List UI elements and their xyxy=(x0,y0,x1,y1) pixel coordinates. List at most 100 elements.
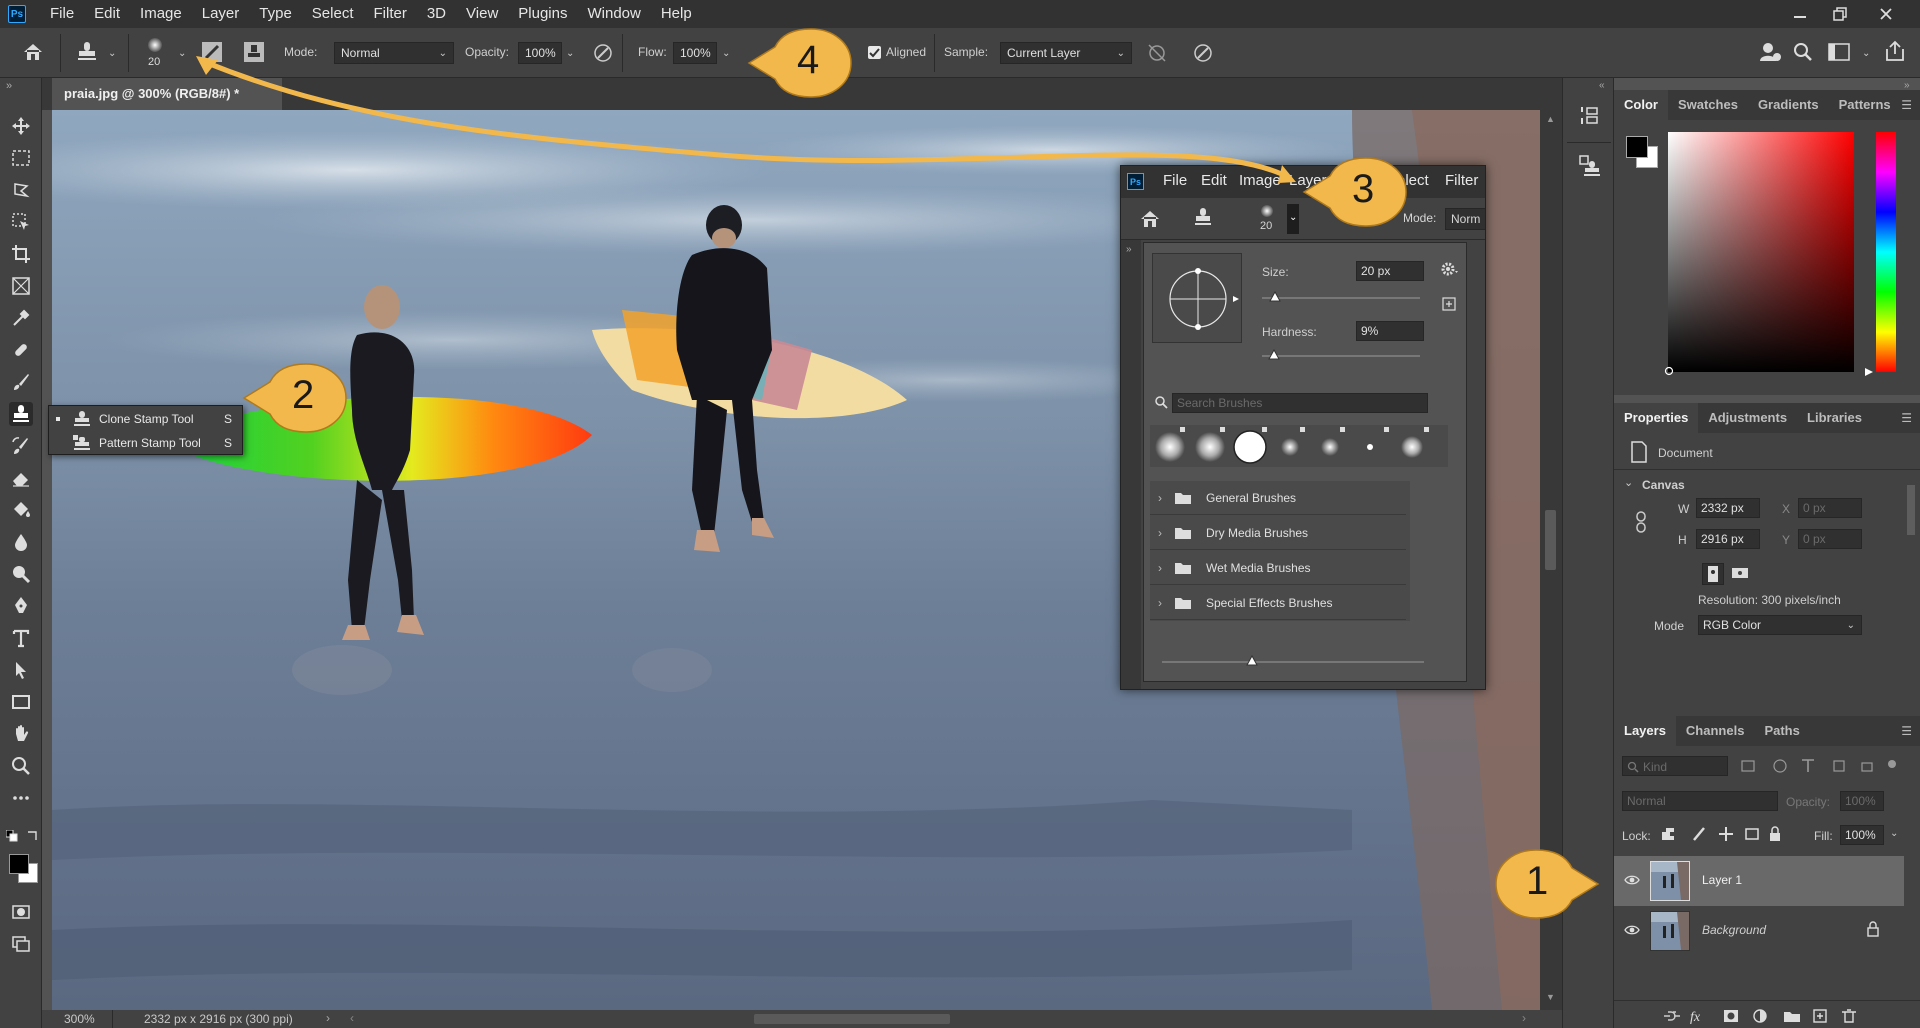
opacity-input[interactable]: 100% xyxy=(518,42,562,64)
ignore-adjustment-layers-button[interactable] xyxy=(1146,42,1168,64)
hand-tool[interactable] xyxy=(9,722,33,746)
layer-kind-filter[interactable]: Kind xyxy=(1622,756,1728,776)
menu-plugins[interactable]: Plugins xyxy=(508,0,577,28)
history-panel-button[interactable] xyxy=(1578,104,1600,128)
eraser-tool[interactable] xyxy=(9,466,33,490)
pressure-size-button[interactable] xyxy=(1192,42,1214,64)
menu-help[interactable]: Help xyxy=(651,0,702,28)
inset-menu-edit[interactable]: Edit xyxy=(1201,172,1227,189)
toggle-clone-source-button[interactable] xyxy=(242,40,266,64)
scrollbar-thumb[interactable] xyxy=(1907,485,1915,535)
hardness-slider[interactable] xyxy=(1262,355,1420,357)
folder-dry-media-brushes[interactable]: › Dry Media Brushes xyxy=(1150,516,1406,550)
layer-filter-icons[interactable] xyxy=(1740,758,1900,774)
eyedropper-tool[interactable] xyxy=(9,306,33,330)
frame-tool[interactable] xyxy=(9,274,33,298)
default-colors-button[interactable] xyxy=(6,830,18,842)
panel-menu-icon[interactable]: ☰ xyxy=(1901,724,1912,738)
type-tool[interactable] xyxy=(9,626,33,650)
tab-properties[interactable]: Properties xyxy=(1614,403,1699,433)
flow-chevron-icon[interactable]: ⌄ xyxy=(722,48,730,59)
expand-icon[interactable]: » xyxy=(1126,244,1132,255)
tab-swatches[interactable]: Swatches xyxy=(1668,90,1748,120)
folder-wet-media-brushes[interactable]: › Wet Media Brushes xyxy=(1150,551,1406,585)
inset-mode-select[interactable]: Norm xyxy=(1445,208,1485,230)
properties-scrollbar[interactable] xyxy=(1904,471,1918,631)
flyout-item-clone-stamp[interactable]: Clone Stamp Tool S xyxy=(49,407,242,431)
dodge-tool[interactable] xyxy=(9,562,33,586)
color-mode-select[interactable]: RGB Color ⌄ xyxy=(1698,615,1862,635)
portrait-orientation-button[interactable] xyxy=(1702,563,1724,585)
hscroll-left-icon[interactable]: ‹ xyxy=(350,1011,354,1025)
panel-menu-icon[interactable]: ☰ xyxy=(1901,98,1912,112)
hardness-input[interactable]: 9% xyxy=(1356,321,1424,341)
toggle-brush-settings-button[interactable] xyxy=(200,40,224,64)
panel-menu-icon[interactable]: ☰ xyxy=(1901,411,1912,425)
menu-window[interactable]: Window xyxy=(577,0,650,28)
tool-preset-picker[interactable] xyxy=(76,40,98,64)
aligned-checkbox[interactable] xyxy=(868,46,881,59)
search-button[interactable] xyxy=(1793,42,1813,62)
brush-tip-preview[interactable] xyxy=(1152,253,1242,343)
scroll-up-icon[interactable]: ▲ xyxy=(1546,114,1555,124)
screen-mode-button[interactable] xyxy=(9,932,33,956)
menu-layer[interactable]: Layer xyxy=(192,0,250,28)
minimize-button[interactable] xyxy=(1780,0,1820,28)
layer-row-layer-1[interactable]: Layer 1 xyxy=(1614,856,1904,906)
menu-select[interactable]: Select xyxy=(302,0,364,28)
collapse-icons-icon[interactable]: « xyxy=(1599,80,1605,91)
zoom-tool[interactable] xyxy=(9,754,33,778)
search-brushes-input[interactable]: Search Brushes xyxy=(1172,393,1428,413)
tab-paths[interactable]: Paths xyxy=(1754,716,1809,746)
eye-icon[interactable] xyxy=(1624,874,1640,886)
fill-chevron-icon[interactable]: ⌄ xyxy=(1890,828,1898,839)
paint-bucket-tool[interactable] xyxy=(9,498,33,522)
folder-general-brushes[interactable]: › General Brushes xyxy=(1150,481,1406,515)
chevron-down-icon[interactable]: ⌄ xyxy=(108,48,116,59)
blend-mode-select[interactable]: Normal xyxy=(1622,791,1778,811)
hscroll-right-icon[interactable]: › xyxy=(1522,1011,1526,1025)
size-input[interactable]: 20 px xyxy=(1356,261,1424,281)
tab-adjustments[interactable]: Adjustments xyxy=(1698,403,1797,433)
menu-3d[interactable]: 3D xyxy=(417,0,456,28)
tab-channels[interactable]: Channels xyxy=(1676,716,1755,746)
edit-toolbar-button[interactable] xyxy=(9,786,33,810)
width-input[interactable]: 2332 px xyxy=(1696,498,1760,518)
pressure-opacity-button[interactable] xyxy=(592,42,614,64)
share-button[interactable] xyxy=(1884,40,1906,62)
workspace-chevron-icon[interactable]: ⌄ xyxy=(1862,48,1870,59)
brush-tool[interactable] xyxy=(9,370,33,394)
fill-input[interactable]: 100% xyxy=(1840,825,1884,845)
move-tool[interactable] xyxy=(9,114,33,138)
tab-color[interactable]: Color xyxy=(1614,90,1668,120)
link-icon[interactable] xyxy=(1634,511,1648,533)
marquee-tool[interactable] xyxy=(9,146,33,170)
restore-button[interactable] xyxy=(1820,0,1860,28)
path-selection-tool[interactable] xyxy=(9,658,33,682)
clone-source-panel-button[interactable] xyxy=(1578,154,1600,178)
home-button[interactable] xyxy=(22,42,44,62)
foreground-color-swatch[interactable] xyxy=(9,854,29,874)
share-user-button[interactable] xyxy=(1758,40,1782,64)
rectangle-tool[interactable] xyxy=(9,690,33,714)
menu-type[interactable]: Type xyxy=(249,0,302,28)
size-slider-handle[interactable] xyxy=(1269,291,1281,303)
brush-picker-chevron-icon[interactable]: ⌄ xyxy=(178,48,186,59)
collapse-toolbar-icon[interactable]: » xyxy=(6,80,12,92)
hue-slider[interactable] xyxy=(1876,132,1896,372)
status-menu-chevron-icon[interactable]: › xyxy=(326,1011,330,1025)
lasso-tool[interactable] xyxy=(9,178,33,202)
hardness-slider-handle[interactable] xyxy=(1268,349,1280,361)
x-input[interactable]: 0 px xyxy=(1798,498,1862,518)
panel-foreground-swatch[interactable] xyxy=(1626,136,1648,158)
chevron-down-icon[interactable]: ⌄ xyxy=(1624,476,1633,489)
inset-menu-file[interactable]: File xyxy=(1163,172,1187,189)
inset-menu-image[interactable]: Image xyxy=(1239,172,1281,189)
layer-row-background[interactable]: Background xyxy=(1614,906,1904,956)
history-brush-tool[interactable] xyxy=(9,434,33,458)
color-picker-handle[interactable] xyxy=(1664,366,1674,376)
sample-select[interactable]: Current Layer ⌄ xyxy=(1000,42,1132,64)
quick-mask-button[interactable] xyxy=(9,900,33,924)
pen-tool[interactable] xyxy=(9,594,33,618)
gear-icon[interactable] xyxy=(1440,261,1460,277)
